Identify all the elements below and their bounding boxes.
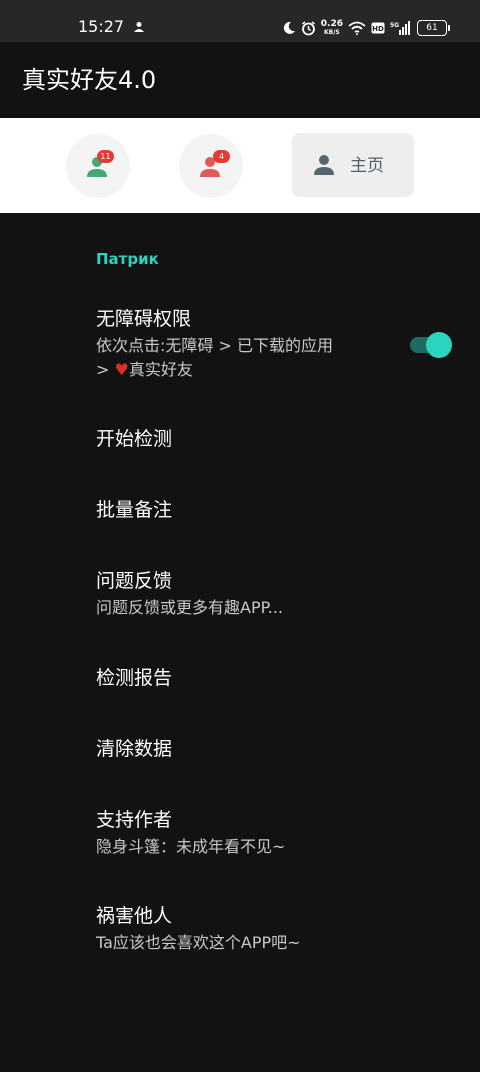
pref-accessibility-summary-suffix: 真实好友: [128, 360, 193, 379]
pref-report-title: 检测报告: [96, 667, 173, 689]
pref-feedback-summary: 问题反馈或更多有趣APP...: [96, 598, 284, 617]
net-speed-unit: KB/S: [324, 29, 340, 36]
status-indicators: 0.26 KB/S HD 5G 61: [282, 17, 450, 39]
pref-support-author-title: 支持作者: [96, 809, 173, 831]
net-speed: 0.26 KB/S: [320, 19, 343, 37]
notification-person-icon: [134, 22, 144, 32]
heart-icon: ♥: [114, 360, 129, 379]
status-time: 15:27: [78, 17, 125, 36]
person-icon: [314, 155, 334, 175]
wifi-icon: [348, 21, 366, 35]
pref-batch-remarks-title: 批量备注: [96, 499, 173, 521]
signal-label: 5G: [390, 22, 399, 29]
pref-report[interactable]: 检测报告: [96, 666, 396, 690]
net-speed-value: 0.26: [320, 19, 343, 29]
pref-start-detection[interactable]: 开始检测: [96, 427, 396, 451]
app-bar: 真实好友4.0: [0, 42, 480, 118]
app-title: 真实好友4.0: [22, 66, 157, 94]
hd-icon: HD: [371, 22, 385, 34]
tab-home-label: 主页: [350, 156, 384, 176]
pref-accessibility-summary: 依次点击:无障碍 > 已下载的应用 > ♥真实好友: [96, 334, 396, 382]
hd-label: HD: [372, 25, 384, 33]
pref-start-detection-title: 开始检测: [96, 428, 173, 450]
pref-clear-data-title: 清除数据: [96, 738, 173, 760]
pref-share-summary: Ta应该也会喜欢这个APP吧~: [96, 933, 301, 952]
pref-accessibility[interactable]: 无障碍权限 依次点击:无障碍 > 已下载的应用 > ♥真实好友: [96, 307, 396, 382]
pref-accessibility-title: 无障碍权限: [96, 308, 192, 330]
pref-clear-data[interactable]: 清除数据: [96, 737, 396, 761]
tab-friends-badge: 11: [97, 150, 114, 163]
tab-blocked[interactable]: 4: [179, 134, 243, 198]
tab-blocked-badge: 4: [213, 150, 230, 163]
tab-friends[interactable]: 11: [66, 134, 130, 198]
pref-support-author[interactable]: 支持作者 隐身斗篷：未成年看不见~: [96, 808, 396, 859]
pref-batch-remarks[interactable]: 批量备注: [96, 498, 396, 522]
tab-strip: 11 4 主页: [0, 118, 480, 213]
tab-home[interactable]: 主页: [292, 133, 414, 197]
pref-feedback[interactable]: 问题反馈 问题反馈或更多有趣APP...: [96, 569, 396, 620]
battery-icon: 61: [417, 20, 450, 36]
pref-share-title: 祸害他人: [96, 905, 173, 927]
pref-accessibility-summary-line1: 依次点击:无障碍 > 已下载的应用: [96, 336, 333, 355]
signal-icon: 5G: [390, 21, 410, 35]
accessibility-toggle[interactable]: [410, 332, 454, 358]
moon-icon: [283, 21, 295, 34]
alarm-icon: [301, 20, 315, 35]
status-bar: 15:27 0.26 KB/S HD 5G 61: [0, 0, 480, 42]
pref-support-author-summary: 隐身斗篷：未成年看不见~: [96, 837, 286, 856]
section-header: Патрик: [96, 250, 159, 268]
toggle-thumb: [426, 332, 452, 358]
pref-feedback-title: 问题反馈: [96, 570, 173, 592]
pref-accessibility-summary-prefix: >: [96, 360, 115, 379]
pref-share[interactable]: 祸害他人 Ta应该也会喜欢这个APP吧~: [96, 904, 396, 955]
pref-accessibility-summary-line2: > ♥真实好友: [96, 358, 396, 382]
